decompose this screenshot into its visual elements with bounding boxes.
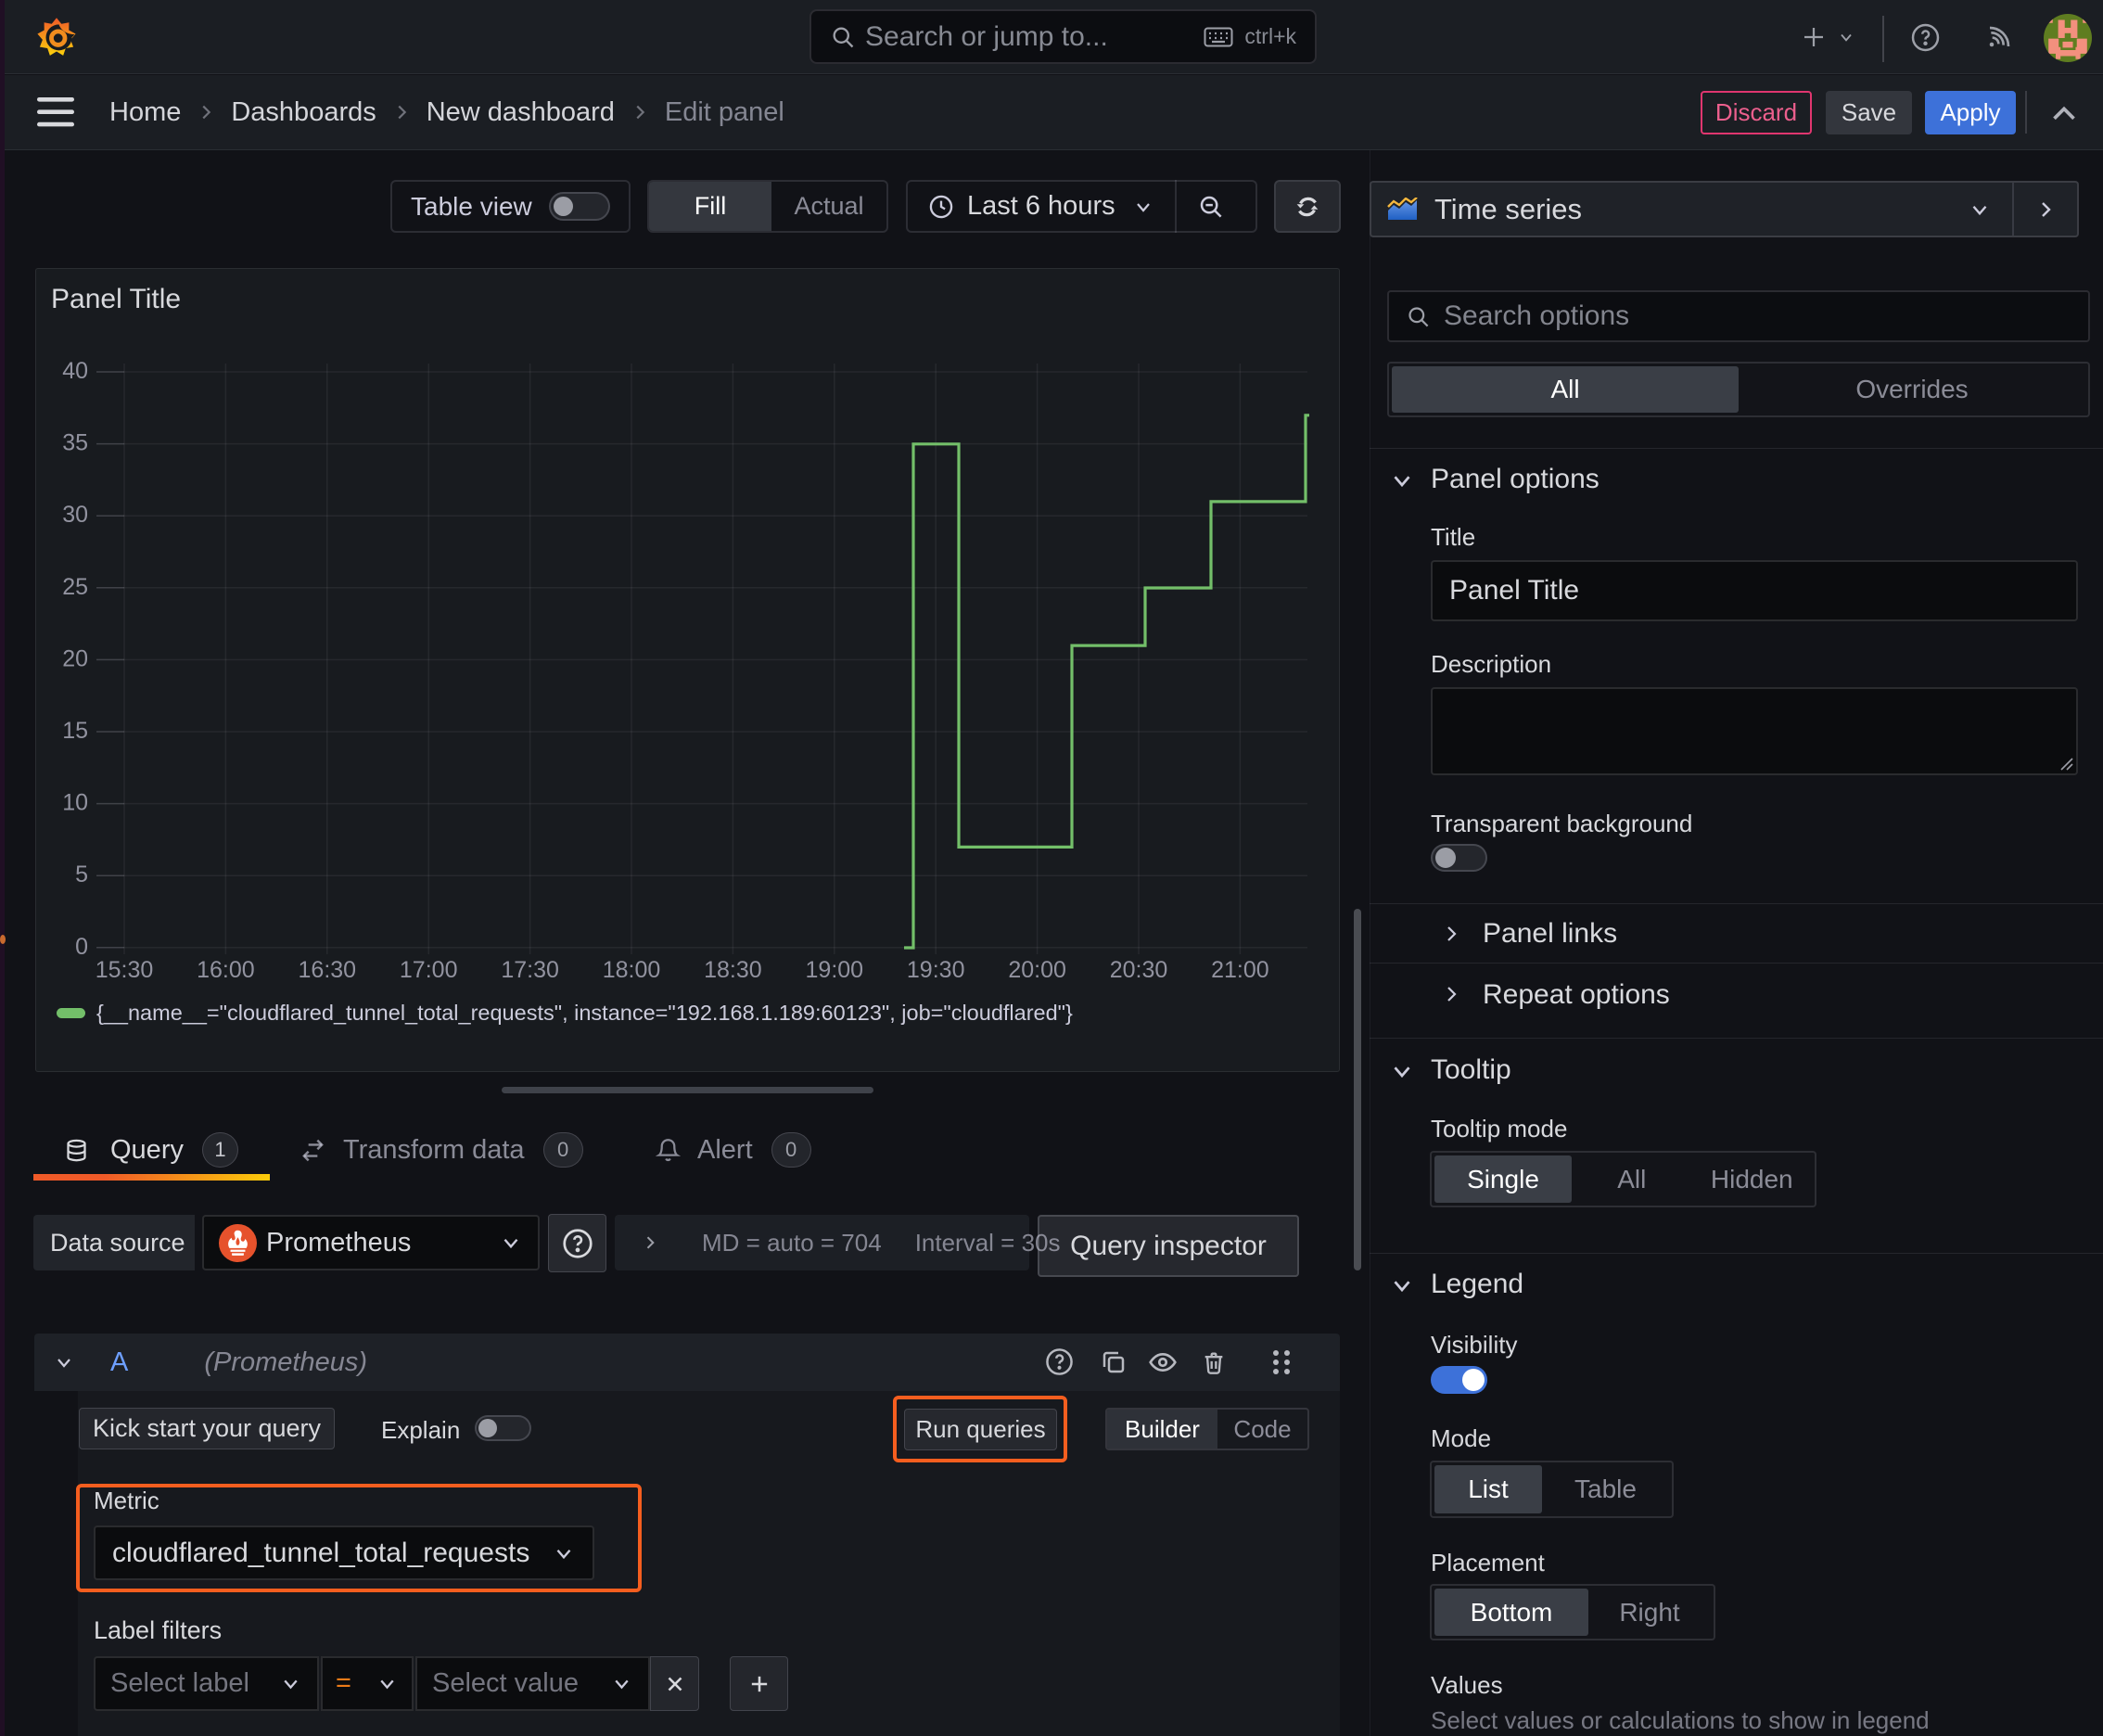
- svg-text:19:30: 19:30: [907, 957, 965, 983]
- svg-text:15: 15: [62, 718, 88, 744]
- svg-text:0: 0: [75, 934, 88, 960]
- svg-text:16:30: 16:30: [299, 957, 357, 983]
- svg-text:20: 20: [62, 645, 88, 671]
- svg-text:17:30: 17:30: [501, 957, 559, 983]
- svg-text:15:30: 15:30: [96, 957, 154, 983]
- svg-text:20:30: 20:30: [1110, 957, 1168, 983]
- svg-text:30: 30: [62, 502, 88, 528]
- svg-text:18:30: 18:30: [704, 957, 762, 983]
- svg-text:16:00: 16:00: [197, 957, 255, 983]
- svg-text:17:00: 17:00: [400, 957, 458, 983]
- svg-text:25: 25: [62, 574, 88, 600]
- svg-text:40: 40: [62, 358, 88, 384]
- svg-text:20:00: 20:00: [1008, 957, 1066, 983]
- svg-text:35: 35: [62, 430, 88, 456]
- svg-text:10: 10: [62, 790, 88, 816]
- svg-text:5: 5: [75, 862, 88, 887]
- svg-text:{__name__="cloudflared_tunnel_: {__name__="cloudflared_tunnel_total_requ…: [96, 1001, 1073, 1025]
- svg-text:21:00: 21:00: [1211, 957, 1269, 983]
- svg-text:18:00: 18:00: [603, 957, 661, 983]
- svg-text:19:00: 19:00: [806, 957, 864, 983]
